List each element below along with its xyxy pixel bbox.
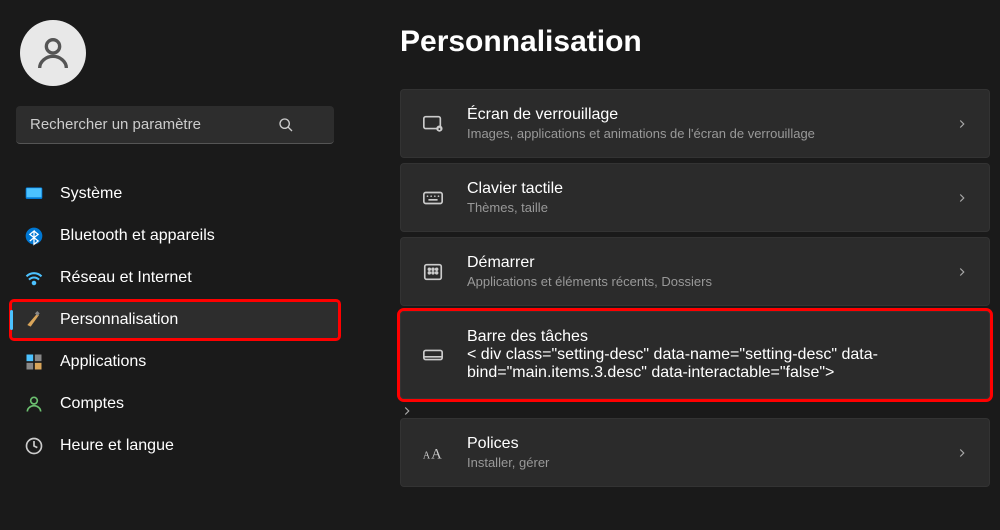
- bluetooth-icon: [24, 226, 44, 246]
- setting-touch-keyboard[interactable]: Clavier tactile Thèmes, taille: [400, 163, 990, 232]
- sidebar-item-label: Personnalisation: [60, 311, 178, 329]
- sidebar-item-label: Réseau et Internet: [60, 269, 192, 287]
- setting-taskbar[interactable]: Barre des tâches < div class="setting-de…: [400, 311, 990, 399]
- sidebar-item-label: Applications: [60, 353, 146, 371]
- lock-screen-icon: [421, 112, 445, 136]
- page-title: Personnalisation: [400, 25, 990, 59]
- chevron-right-icon: [955, 117, 969, 131]
- setting-title: Démarrer: [467, 254, 933, 272]
- wifi-icon: [24, 268, 44, 288]
- sidebar-item-bluetooth[interactable]: Bluetooth et appareils: [10, 216, 340, 256]
- chevron-right-icon: [955, 446, 969, 460]
- keyboard-icon: [421, 186, 445, 210]
- setting-text: Clavier tactile Thèmes, taille: [467, 180, 933, 215]
- user-avatar[interactable]: [20, 20, 86, 86]
- svg-text:A: A: [423, 450, 431, 461]
- nav-list: Système Bluetooth et appareils Réseau et…: [10, 174, 340, 466]
- user-icon: [33, 33, 73, 73]
- sidebar-item-system[interactable]: Système: [10, 174, 340, 214]
- chevron-right-icon: [955, 265, 969, 279]
- setting-text: Écran de verrouillage Images, applicatio…: [467, 106, 933, 141]
- setting-title: Écran de verrouillage: [467, 106, 933, 124]
- setting-start[interactable]: Démarrer Applications et éléments récent…: [400, 237, 990, 306]
- main-content: Personnalisation Écran de verrouillage I…: [350, 0, 1000, 530]
- setting-title: Polices: [467, 435, 933, 453]
- taskbar-icon: [421, 343, 445, 367]
- setting-lock-screen[interactable]: Écran de verrouillage Images, applicatio…: [400, 89, 990, 158]
- sidebar-item-label: Bluetooth et appareils: [60, 227, 215, 245]
- accounts-icon: [24, 394, 44, 414]
- svg-text:A: A: [431, 446, 442, 462]
- search-placeholder: Rechercher un paramètre: [30, 116, 201, 133]
- setting-desc: Images, applications et animations de l'…: [467, 126, 933, 141]
- setting-desc: Applications et éléments récents, Dossie…: [467, 274, 933, 289]
- setting-text: Polices Installer, gérer: [467, 435, 933, 470]
- setting-text: Barre des tâches < div class="setting-de…: [467, 328, 969, 382]
- sidebar-item-personalization[interactable]: Personnalisation: [10, 300, 340, 340]
- sidebar-item-time-language[interactable]: Heure et langue: [10, 426, 340, 466]
- sidebar: Rechercher un paramètre Système Bluetoot…: [0, 0, 350, 530]
- chevron-right-icon: [400, 404, 414, 418]
- fonts-icon: AA: [421, 441, 445, 465]
- sidebar-item-label: Heure et langue: [60, 437, 174, 455]
- setting-title: Barre des tâches: [467, 328, 969, 346]
- setting-desc: Thèmes, taille: [467, 200, 933, 215]
- setting-title: Clavier tactile: [467, 180, 933, 198]
- setting-fonts[interactable]: AA Polices Installer, gérer: [400, 418, 990, 487]
- sidebar-item-label: Comptes: [60, 395, 124, 413]
- system-icon: [24, 184, 44, 204]
- search-input[interactable]: Rechercher un paramètre: [16, 106, 334, 144]
- setting-text: Démarrer Applications et éléments récent…: [467, 254, 933, 289]
- sidebar-item-label: Système: [60, 185, 122, 203]
- clock-globe-icon: [24, 436, 44, 456]
- sidebar-item-apps[interactable]: Applications: [10, 342, 340, 382]
- sidebar-item-accounts[interactable]: Comptes: [10, 384, 340, 424]
- setting-desc: Installer, gérer: [467, 455, 933, 470]
- settings-list: Écran de verrouillage Images, applicatio…: [400, 89, 990, 418]
- start-icon: [421, 260, 445, 284]
- sidebar-item-network[interactable]: Réseau et Internet: [10, 258, 340, 298]
- paintbrush-icon: [24, 310, 44, 330]
- apps-icon: [24, 352, 44, 372]
- chevron-right-icon: [955, 191, 969, 205]
- search-icon: [278, 117, 294, 133]
